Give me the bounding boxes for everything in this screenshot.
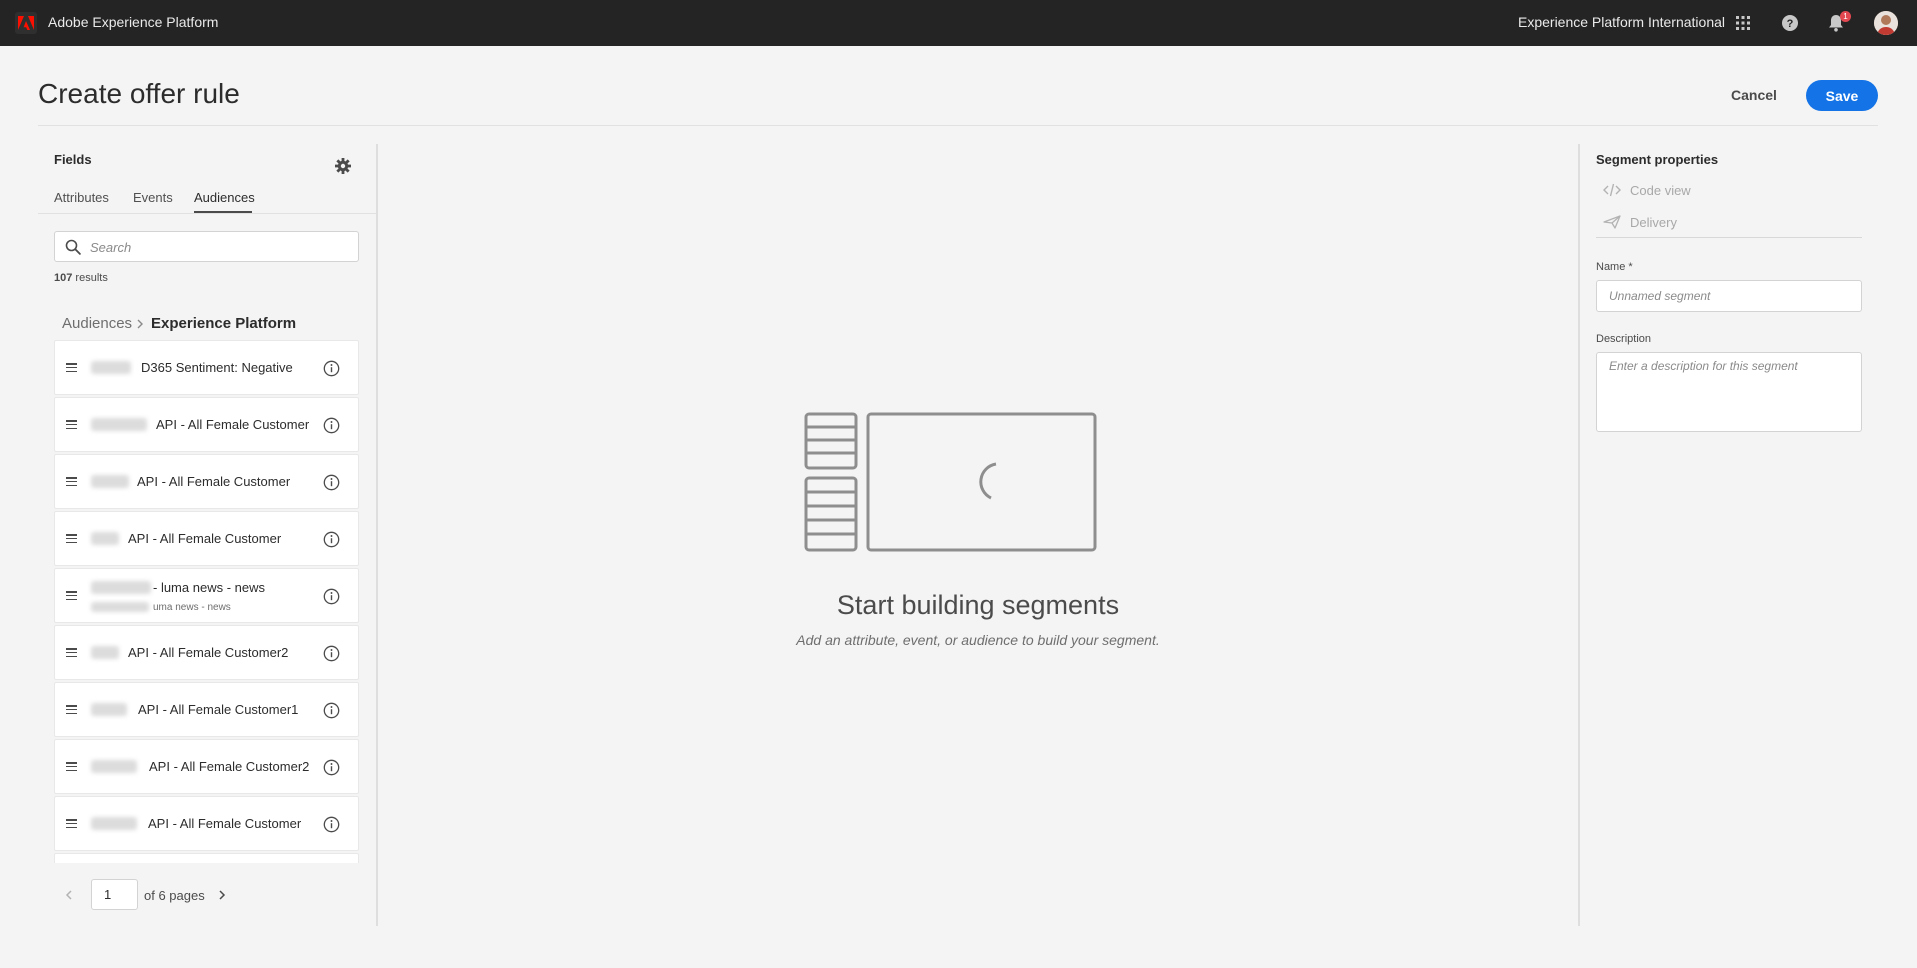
svg-text:?: ? [1787, 18, 1794, 30]
info-icon[interactable] [323, 588, 340, 605]
delivery-label: Delivery [1630, 214, 1677, 230]
list-item-label: API - All Female Customer [128, 531, 282, 546]
drag-handle-icon[interactable] [66, 648, 77, 658]
divider [38, 213, 376, 214]
list-item-label: D365 Sentiment: Negative [141, 360, 293, 375]
panel-divider [376, 144, 378, 926]
empty-state-title: Start building segments [836, 590, 1120, 620]
redacted-id [91, 361, 131, 374]
redacted-id [91, 760, 137, 773]
audience-list: D365 Sentiment: Negative API - All Femal… [54, 340, 360, 863]
panel-divider [1578, 144, 1580, 926]
tab-events[interactable]: Events [133, 190, 173, 205]
drag-handle-icon[interactable] [66, 534, 77, 544]
redacted-id [91, 475, 129, 488]
redacted-id [91, 602, 149, 612]
segment-properties-title: Segment properties [1596, 152, 1719, 167]
info-icon[interactable] [323, 474, 340, 491]
tab-attributes[interactable]: Attributes [54, 190, 109, 205]
drag-handle-icon[interactable] [66, 591, 77, 601]
search-input[interactable] [90, 237, 350, 257]
fields-panel-title: Fields [54, 152, 92, 167]
code-icon [1603, 183, 1621, 197]
list-item-label: API - All Female Customer [137, 474, 291, 489]
breadcrumb-current: Experience Platform [151, 315, 297, 332]
list-item[interactable]: API - All Female Customer [54, 397, 359, 452]
drag-handle-icon[interactable] [66, 477, 77, 487]
drag-handle-icon[interactable] [66, 420, 77, 430]
segment-builder-illustration [804, 412, 1097, 552]
list-item-label: API - All Female Customer2 [149, 759, 310, 774]
info-icon[interactable] [323, 645, 340, 662]
redacted-id [91, 646, 119, 659]
redacted-id [91, 532, 119, 545]
list-item-label: API - All Female Customer [156, 417, 310, 432]
info-icon[interactable] [323, 816, 340, 833]
apps-grid-icon[interactable] [1732, 12, 1754, 34]
list-item-label: API - All Female Customer [148, 816, 302, 831]
send-icon [1603, 215, 1621, 229]
drag-handle-icon[interactable] [66, 762, 77, 772]
info-icon[interactable] [323, 360, 340, 377]
redacted-id [91, 703, 127, 716]
code-view-button[interactable]: Code view [1603, 179, 1691, 201]
app-name[interactable]: Adobe Experience Platform [48, 14, 218, 30]
gear-icon[interactable] [334, 157, 352, 175]
delivery-button[interactable]: Delivery [1603, 211, 1677, 233]
list-item[interactable]: API - All Female Customer1 [54, 682, 359, 737]
avatar[interactable] [1874, 11, 1898, 35]
segment-description-input[interactable] [1596, 352, 1862, 432]
divider [1596, 237, 1862, 238]
redacted-id [91, 817, 137, 830]
name-label: Name * [1596, 261, 1633, 273]
list-item[interactable]: API - All Female Customer2 [54, 739, 359, 794]
results-count: 107 results [54, 272, 108, 284]
tab-audiences[interactable]: Audiences [194, 190, 255, 205]
info-icon[interactable] [323, 759, 340, 776]
chevron-left-icon[interactable] [63, 889, 75, 901]
list-item-label: API - All Female Customer1 [138, 702, 299, 717]
drag-handle-icon[interactable] [66, 705, 77, 715]
list-item[interactable]: D365 Sentiment: Negative [54, 340, 359, 395]
page-count: of 6 pages [144, 888, 205, 903]
page-number-input[interactable] [91, 879, 138, 910]
save-button[interactable]: Save [1806, 80, 1878, 111]
list-item[interactable]: API - All Female Customer [54, 796, 359, 851]
redacted-id [91, 581, 151, 594]
breadcrumb-audiences[interactable]: Audiences [62, 315, 132, 332]
info-icon[interactable] [323, 702, 340, 719]
redacted-id [91, 418, 147, 431]
search-icon [65, 239, 81, 255]
org-switcher[interactable]: Experience Platform International [1518, 14, 1725, 30]
list-item[interactable] [54, 853, 359, 863]
chevron-right-icon [137, 319, 143, 329]
list-item-label: - luma news - news [153, 580, 265, 595]
top-bar: Adobe Experience Platform Experience Pla… [0, 0, 1917, 46]
list-item[interactable]: API - All Female Customer [54, 511, 359, 566]
description-label: Description [1596, 333, 1652, 345]
cancel-button[interactable]: Cancel [1726, 80, 1782, 110]
adobe-logo-icon[interactable] [15, 12, 37, 34]
segment-name-input[interactable] [1596, 280, 1862, 312]
list-item-label: API - All Female Customer2 [128, 645, 289, 660]
help-icon[interactable]: ? [1779, 12, 1801, 34]
empty-state-subtitle: Add an attribute, event, or audience to … [796, 632, 1160, 648]
code-view-label: Code view [1630, 182, 1691, 198]
list-item[interactable]: API - All Female Customer2 [54, 625, 359, 680]
info-icon[interactable] [323, 417, 340, 434]
chevron-right-icon[interactable] [216, 889, 228, 901]
page-title: Create offer rule [38, 78, 240, 109]
divider [38, 125, 1878, 126]
drag-handle-icon[interactable] [66, 363, 77, 373]
list-item[interactable]: API - All Female Customer [54, 454, 359, 509]
list-item-sublabel: uma news - news [153, 602, 231, 613]
drag-handle-icon[interactable] [66, 819, 77, 829]
notification-badge: 1 [1840, 11, 1851, 22]
info-icon[interactable] [323, 531, 340, 548]
list-item[interactable]: - luma news - news uma news - news [54, 568, 359, 623]
search-box [54, 231, 359, 262]
